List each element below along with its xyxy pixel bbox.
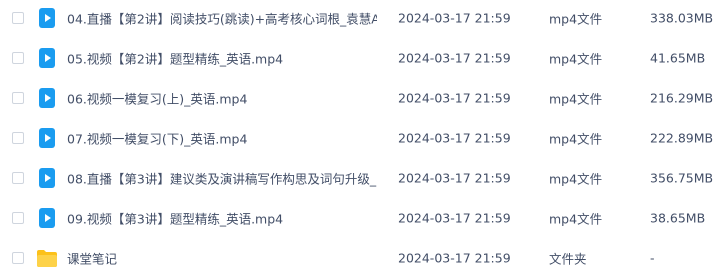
file-size: 338.03MB <box>650 10 714 26</box>
file-row[interactable]: 08.直播【第3讲】建议类及演讲稿写作构思及词句升级_... 2024-03-1… <box>0 158 724 198</box>
modified-time: 2024-03-17 21:59 <box>398 210 511 226</box>
file-row[interactable]: 05.视频【第2讲】题型精练_英语.mp4 2024-03-17 21:59 m… <box>0 38 724 78</box>
file-list: 04.直播【第2讲】阅读技巧(跳读)+高考核心词根_袁慧A+... 2024-0… <box>0 0 724 272</box>
file-type: mp4文件 <box>549 131 603 147</box>
file-size: 222.89MB <box>650 130 714 146</box>
file-name[interactable]: 09.视频【第3讲】题型精练_英语.mp4 <box>67 209 283 228</box>
modified-time: 2024-03-17 21:59 <box>398 170 511 186</box>
file-name[interactable]: 06.视频一模复习(上)_英语.mp4 <box>67 89 247 108</box>
file-row[interactable]: 04.直播【第2讲】阅读技巧(跳读)+高考核心词根_袁慧A+... 2024-0… <box>0 0 724 38</box>
video-file-icon <box>36 87 58 109</box>
row-checkbox[interactable] <box>12 12 24 24</box>
modified-time: 2024-03-17 21:59 <box>398 130 511 146</box>
modified-time: 2024-03-17 21:59 <box>398 10 511 26</box>
modified-time: 2024-03-17 21:59 <box>398 90 511 106</box>
file-size: 356.75MB <box>650 170 714 186</box>
row-checkbox[interactable] <box>12 132 24 144</box>
file-row[interactable]: 07.视频一模复习(下)_英语.mp4 2024-03-17 21:59 mp4… <box>0 118 724 158</box>
file-size: 216.29MB <box>650 90 714 106</box>
file-type: mp4文件 <box>549 91 603 107</box>
row-checkbox[interactable] <box>12 92 24 104</box>
row-checkbox[interactable] <box>12 52 24 64</box>
video-file-icon <box>36 207 58 229</box>
folder-name[interactable]: 课堂笔记 <box>67 249 117 268</box>
modified-time: 2024-03-17 21:59 <box>398 250 511 266</box>
video-file-icon <box>36 127 58 149</box>
video-file-icon <box>36 47 58 69</box>
file-name[interactable]: 05.视频【第2讲】题型精练_英语.mp4 <box>67 49 283 68</box>
file-type: mp4文件 <box>549 51 603 67</box>
file-size: 41.65MB <box>650 50 706 66</box>
folder-icon <box>36 247 58 269</box>
video-file-icon <box>36 7 58 29</box>
modified-time: 2024-03-17 21:59 <box>398 50 511 66</box>
file-row[interactable]: 06.视频一模复习(上)_英语.mp4 2024-03-17 21:59 mp4… <box>0 78 724 118</box>
file-size: 38.65MB <box>650 210 706 226</box>
row-checkbox[interactable] <box>12 252 24 264</box>
file-row[interactable]: 09.视频【第3讲】题型精练_英语.mp4 2024-03-17 21:59 m… <box>0 198 724 238</box>
file-type: mp4文件 <box>549 11 603 27</box>
video-file-icon <box>36 167 58 189</box>
file-name[interactable]: 04.直播【第2讲】阅读技巧(跳读)+高考核心词根_袁慧A+... <box>67 9 377 28</box>
file-type: 文件夹 <box>549 251 587 267</box>
row-checkbox[interactable] <box>12 212 24 224</box>
folder-row[interactable]: 课堂笔记 2024-03-17 21:59 文件夹 - <box>0 238 724 278</box>
row-checkbox[interactable] <box>12 172 24 184</box>
file-type: mp4文件 <box>549 211 603 227</box>
file-name[interactable]: 08.直播【第3讲】建议类及演讲稿写作构思及词句升级_... <box>67 169 377 188</box>
file-type: mp4文件 <box>549 171 603 187</box>
file-size: - <box>650 250 655 266</box>
file-name[interactable]: 07.视频一模复习(下)_英语.mp4 <box>67 129 247 148</box>
